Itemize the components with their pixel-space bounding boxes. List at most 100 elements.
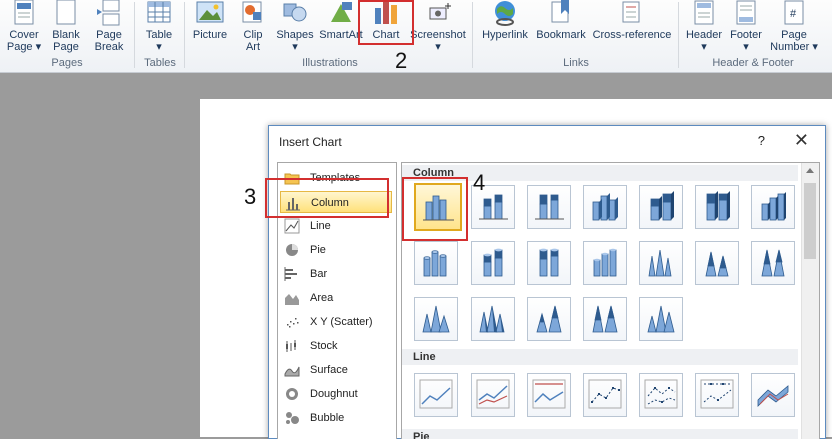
stacked-pyramid-icon	[536, 305, 562, 333]
scroll-up-arrow-icon[interactable]	[806, 168, 814, 173]
subtype-stacked-line[interactable]	[471, 373, 515, 417]
pie-chart-icon	[286, 244, 298, 256]
chart-type-label: Doughnut	[310, 388, 358, 400]
picture-button[interactable]: Picture	[190, 0, 230, 41]
group-separator	[184, 2, 185, 68]
subtype-100-stacked-line-markers[interactable]	[695, 373, 739, 417]
subtype-clustered-cone[interactable]	[639, 241, 683, 285]
surface-chart-icon	[284, 366, 300, 377]
subtype-stacked-cone[interactable]	[695, 241, 739, 285]
hyperlink-button[interactable]: Hyperlink	[478, 0, 532, 41]
blank-page-button[interactable]: Blank Page	[48, 0, 84, 53]
chart-type-doughnut[interactable]: Doughnut	[280, 383, 392, 405]
doughnut-chart-icon	[286, 388, 298, 400]
subtype-100-stacked-pyramid[interactable]	[583, 297, 627, 341]
section-header-pie: Pie	[402, 429, 798, 439]
chart-type-stock[interactable]: Stock	[280, 335, 392, 357]
subtype-3d-cone[interactable]	[414, 297, 458, 341]
percent-stacked-cylinder-icon	[539, 248, 559, 277]
stacked-line-markers-icon	[644, 379, 678, 409]
page-number-button[interactable]: # Page Number ▾	[766, 0, 822, 53]
hyperlink-icon	[495, 1, 515, 26]
group-label-pages: Pages	[51, 57, 83, 69]
subtype-clustered-pyramid[interactable]	[471, 297, 515, 341]
subtype-line[interactable]	[414, 373, 458, 417]
page-break-label: Page Break	[94, 29, 124, 53]
cover-page-button[interactable]: Cover Page ▾	[4, 0, 44, 53]
dialog-title: Insert Chart	[279, 135, 342, 149]
chart-type-line[interactable]: Line	[280, 215, 392, 237]
chart-highlight-box	[358, 0, 414, 45]
subtype-stacked-line-markers[interactable]	[639, 373, 683, 417]
subtype-100-stacked-line[interactable]	[527, 373, 571, 417]
3d-percent-stacked-column-icon	[706, 191, 730, 221]
smartart-icon	[331, 2, 352, 22]
cylinder-icon	[423, 250, 447, 277]
subtype-3d-cylinder[interactable]	[583, 241, 627, 285]
help-button[interactable]: ?	[758, 133, 765, 148]
stacked-cone-icon	[705, 251, 729, 277]
blank-page-label: Blank Page	[52, 29, 80, 53]
3d-clustered-column-icon	[592, 193, 618, 221]
gallery-scrollbar[interactable]	[801, 163, 819, 439]
chart-type-area[interactable]: Area	[280, 287, 392, 309]
bookmark-label: Bookmark	[536, 29, 586, 41]
section-header-label: Pie	[413, 431, 430, 439]
subtype-3d-stacked-column[interactable]	[639, 185, 683, 229]
bookmark-button[interactable]: Bookmark	[533, 0, 589, 41]
subtype-100-stacked-cone[interactable]	[751, 241, 795, 285]
subtype-3d-line[interactable]	[751, 373, 795, 417]
subtype-3d-pyramid[interactable]	[639, 297, 683, 341]
3d-line-icon	[757, 385, 789, 407]
screenshot-label: Screenshot ▾	[410, 29, 466, 53]
chart-type-label: Area	[310, 292, 334, 304]
chart-type-bar[interactable]: Bar	[280, 263, 392, 285]
percent-stacked-pyramid-icon	[592, 305, 618, 333]
percent-stacked-cone-icon	[761, 249, 785, 277]
footer-button[interactable]: Footer ▾	[726, 0, 766, 53]
shapes-button[interactable]: Shapes ▾	[274, 0, 316, 53]
clip-art-button[interactable]: Clip Art	[236, 0, 270, 53]
close-button[interactable]: ✕	[794, 130, 809, 151]
table-icon	[147, 1, 171, 23]
chart-type-bubble[interactable]: Bubble	[280, 407, 392, 429]
header-label: Header ▾	[685, 29, 723, 53]
subtype-100-stacked-cylinder[interactable]	[527, 241, 571, 285]
subtype-3d-clustered-column[interactable]	[583, 185, 627, 229]
cross-reference-button[interactable]: Cross-reference	[590, 0, 674, 41]
page-break-button[interactable]: Page Break	[90, 0, 128, 53]
header-button[interactable]: Header ▾	[682, 0, 726, 53]
subtype-stacked-pyramid[interactable]	[527, 297, 571, 341]
chart-type-label: Surface	[310, 364, 348, 376]
subtype-line-with-markers[interactable]	[583, 373, 627, 417]
line-markers-icon	[588, 379, 622, 409]
subtype-100-stacked-column[interactable]	[527, 185, 571, 229]
section-header-line: Line	[402, 349, 798, 365]
cross-reference-icon	[622, 1, 640, 23]
scrollbar-thumb[interactable]	[804, 183, 816, 259]
percent-stacked-line-icon	[532, 379, 566, 409]
pyramid-icon	[479, 305, 505, 333]
chart-type-label: Bubble	[310, 412, 345, 424]
subtype-clustered-cylinder[interactable]	[414, 241, 458, 285]
chart-type-surface[interactable]: Surface	[280, 359, 392, 381]
chart-type-label: Stock	[310, 340, 338, 352]
chart-type-label: X Y (Scatter)	[310, 316, 373, 328]
clip-art-label: Clip Art	[243, 29, 263, 53]
group-label-tables: Tables	[144, 57, 176, 69]
subtype-stacked-cylinder[interactable]	[471, 241, 515, 285]
table-button[interactable]: Table ▾	[140, 0, 178, 53]
footer-label: Footer ▾	[730, 29, 762, 53]
chart-type-label: Line	[310, 220, 331, 232]
3d-pyramid-icon	[647, 305, 675, 333]
subtype-3d-column[interactable]	[751, 185, 795, 229]
percent-stacked-column-icon	[535, 194, 564, 220]
subtype-3d-100-stacked-column[interactable]	[695, 185, 739, 229]
cover-page-label: Cover Page ▾	[6, 29, 42, 53]
screenshot-button[interactable]: Screenshot ▾	[408, 0, 468, 53]
chart-type-scatter[interactable]: X Y (Scatter)	[280, 311, 392, 333]
chart-type-pie[interactable]: Pie	[280, 239, 392, 261]
shapes-icon	[283, 3, 307, 22]
column-highlight-box	[265, 178, 389, 218]
group-label-links: Links	[563, 57, 589, 69]
